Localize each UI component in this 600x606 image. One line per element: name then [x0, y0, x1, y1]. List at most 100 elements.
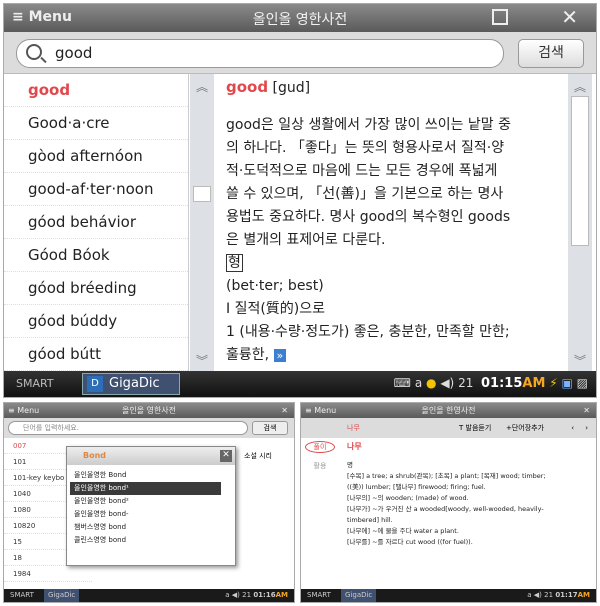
title-bar: ≡ Menu 올인올 한영사전 ✕	[301, 403, 596, 418]
list-scrollbar[interactable]: ︽ ︾	[190, 74, 214, 373]
app-label: GigaDic	[109, 376, 160, 391]
list-item[interactable]: góod búddy	[4, 305, 188, 338]
sense-head: Ⅰ 질적(質的)으로	[226, 301, 326, 317]
system-tray: ⌨ a ● ◀) 21 01:15AM ⚡ ▣ ▨	[394, 376, 588, 391]
gigadic-icon: D	[87, 376, 103, 392]
listen-button[interactable]: T 발음듣기	[459, 418, 491, 438]
word-bar: 나무 T 발음듣기 +단어장추가 ‹ ›	[301, 418, 596, 438]
list-item[interactable]: góod behávior	[4, 206, 188, 239]
add-wordbook-button[interactable]: +단어장추가	[506, 418, 544, 438]
search-input[interactable]: good	[16, 39, 504, 68]
def-line: timbered] hill.	[347, 516, 393, 524]
clock-time: 01:16	[253, 591, 276, 599]
body-line: 은 별개의 표제어로 다룬다.	[226, 232, 386, 248]
taskbar: SMART GigaDic a ◀) 21 01:17AM	[301, 589, 596, 602]
more-icon[interactable]: »	[273, 349, 287, 362]
volume-icon[interactable]: ◀)	[440, 376, 454, 390]
sense-1b: 훌륭한,	[226, 347, 270, 363]
taskbar: SMART D GigaDic ⌨ a ● ◀) 21 01:15AM ⚡ ▣ ▨	[4, 371, 596, 397]
popup-item[interactable]: 올인올영한 Bond	[70, 469, 221, 482]
headword: 나무	[347, 442, 362, 451]
popup-item[interactable]: 챔버스영영 bond	[70, 521, 221, 534]
list-item[interactable]: Good·a·cre	[4, 107, 188, 140]
tab-usage[interactable]: 활용	[305, 461, 335, 471]
definition-panel: good [gud] good은 일상 생활에서 가장 많이 쓰이는 낱말 중 …	[216, 74, 568, 373]
bg-text: 소설 시리	[244, 452, 272, 460]
def-line: [나무를] ~를 자르다 cut wood ((for fuel)).	[347, 538, 473, 546]
def-line: [나무가] ~가 우거진 산 a wooded[woody, well-wood…	[347, 505, 544, 513]
def-line: [나무의] ~의 wooden; (made) of wood.	[347, 494, 469, 502]
close-icon[interactable]: ✕	[220, 450, 232, 462]
volume-level: 21	[544, 591, 554, 599]
edit-icon[interactable]	[492, 9, 508, 25]
popup-item[interactable]: 올인올영한 bond-	[70, 508, 221, 521]
popup-item[interactable]: 올인올영한 bond²	[70, 495, 221, 508]
list-item[interactable]: 1984	[4, 566, 92, 582]
scroll-thumb[interactable]	[571, 96, 589, 246]
screen-icon[interactable]: ▣	[561, 376, 572, 390]
clock-ampm: AM	[522, 376, 546, 391]
taskbar-app[interactable]: GigaDic	[341, 589, 377, 602]
tab-explanation[interactable]: 풀이	[305, 441, 335, 453]
bulb-icon[interactable]: ●	[426, 376, 436, 390]
popup-title-text: Bond	[83, 451, 107, 460]
settings-icon[interactable]: ▨	[577, 376, 588, 390]
body-line: good은 일상 생활에서 가장 많이 쓰이는 낱말 중	[226, 117, 512, 133]
scroll-down-icon[interactable]: ︾	[190, 352, 214, 369]
search-icon	[26, 44, 42, 60]
scroll-thumb[interactable]	[193, 186, 211, 202]
bond-popup: Bond ✕ 올인올영한 Bond 올인올영한 bond¹ 올인올영한 bond²…	[66, 446, 236, 566]
next-icon[interactable]: ›	[585, 418, 588, 438]
list-item[interactable]: gòod afternóon	[4, 140, 188, 173]
pronunciation: [gud]	[272, 80, 311, 96]
smart-button[interactable]: SMART	[16, 377, 54, 390]
taskbar-app[interactable]: D GigaDic	[82, 373, 180, 395]
list-item[interactable]: góod bútt	[4, 338, 188, 371]
keyboard-icon[interactable]: ⌨	[394, 376, 411, 390]
close-icon[interactable]: ✕	[583, 403, 590, 418]
search-button[interactable]: 검색	[518, 39, 584, 68]
search-bar: 단어를 입력하세요. 검색	[4, 418, 294, 438]
title-bar: ≡ Menu 올인올 영한사전 ✕	[4, 4, 596, 32]
ime-indicator[interactable]: a	[527, 591, 531, 599]
pos-label: 명	[347, 461, 353, 469]
listen-label: 발음듣기	[465, 424, 492, 432]
volume-level: 21	[458, 376, 474, 390]
close-icon[interactable]: ✕	[281, 403, 288, 418]
search-input[interactable]: 단어를 입력하세요.	[8, 421, 248, 435]
word-list: good Good·a·cre gòod afternóon good-af·t…	[4, 74, 189, 373]
popup-item[interactable]: 올인올영한 bond¹	[70, 482, 221, 495]
list-item[interactable]: good	[4, 74, 188, 107]
side-tabs: 풀이 활용	[305, 441, 335, 471]
volume-level: 21	[242, 591, 252, 599]
ime-indicator[interactable]: a	[225, 591, 229, 599]
current-word: 나무	[347, 424, 360, 432]
smart-button[interactable]: SMART	[10, 589, 34, 602]
def-line: [수목] a tree; a shrub(관목); [초목] a plant; …	[347, 472, 546, 480]
prev-icon[interactable]: ‹	[571, 418, 574, 438]
left-window: ≡ Menu 올인올 영한사전 ✕ 단어를 입력하세요. 검색 007 101 …	[3, 402, 295, 603]
popup-item[interactable]: 콜린스영영 bond	[70, 534, 221, 547]
forms: (bet·ter; best)	[226, 278, 324, 294]
list-item[interactable]: good-af·ter·noon	[4, 173, 188, 206]
body-line: 쓸 수 있으며, 「선(善)」을 기본으로 하는 명사	[226, 186, 504, 202]
scroll-down-icon[interactable]: ︾	[568, 352, 592, 369]
scroll-up-icon[interactable]: ︽	[568, 78, 592, 95]
search-button[interactable]: 검색	[252, 421, 288, 435]
body-line: 의 하나다. 「좋다」는 뜻의 형용사로서 질적·양	[226, 140, 505, 156]
smart-button[interactable]: SMART	[307, 589, 331, 602]
power-icon[interactable]: ⚡	[549, 376, 557, 390]
def-line: ((美)) lumber; [땔나무] firewood; firing; fu…	[347, 483, 486, 491]
list-item[interactable]: Góod Bóok	[4, 239, 188, 272]
ime-indicator[interactable]: a	[415, 376, 422, 390]
list-item[interactable]: góod bréeding	[4, 272, 188, 305]
system-tray: a ◀) 21 01:16AM	[225, 591, 288, 599]
clock: 01:15AM	[481, 376, 545, 391]
scroll-up-icon[interactable]: ︽	[190, 78, 214, 95]
content-scrollbar[interactable]: ︽ ︾	[568, 74, 592, 373]
taskbar-app[interactable]: GigaDic	[44, 589, 80, 602]
clock-time: 01:15	[481, 376, 523, 391]
close-icon[interactable]: ✕	[561, 5, 578, 29]
search-bar: good 검색	[4, 32, 596, 74]
system-tray: a ◀) 21 01:17AM	[527, 591, 590, 599]
